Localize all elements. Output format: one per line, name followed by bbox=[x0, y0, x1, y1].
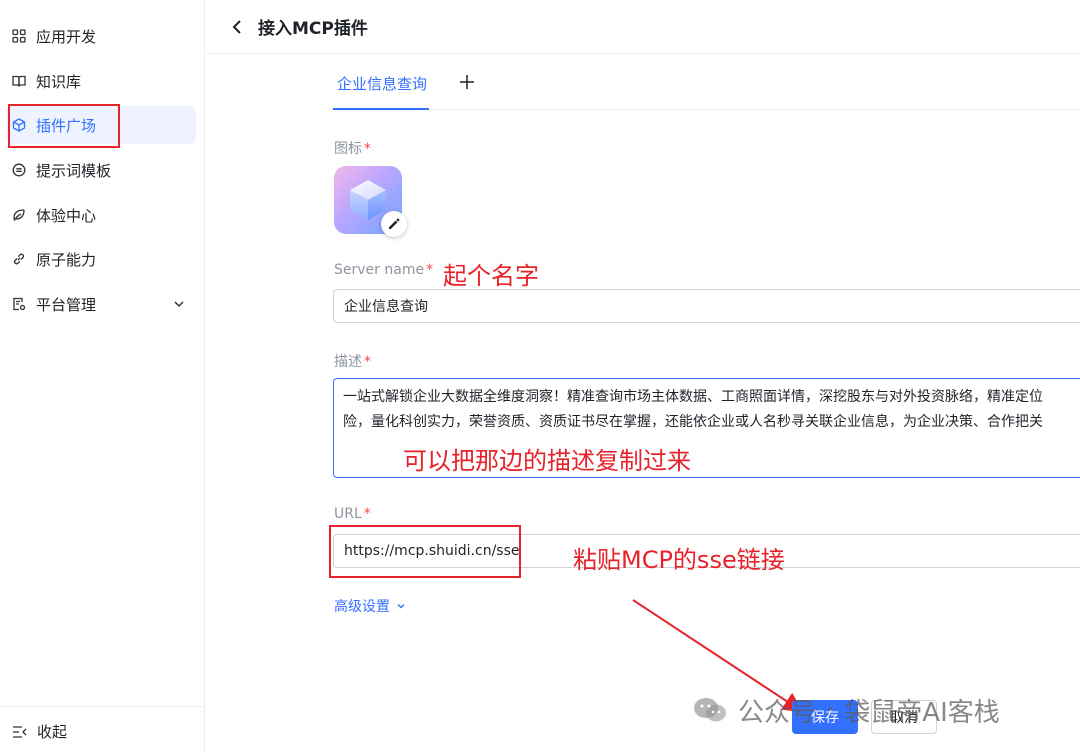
sidebar-footer: 收起 bbox=[0, 706, 205, 752]
add-tab-button[interactable] bbox=[453, 70, 481, 98]
url-label: URL * bbox=[334, 506, 371, 522]
watermark: 公众号 · 袋鼠帝AI客栈 bbox=[692, 690, 1000, 730]
settings-doc-icon bbox=[12, 297, 26, 311]
annotation-desc-hint: 可以把那边的描述复制过来 bbox=[403, 447, 691, 475]
collapse-icon bbox=[12, 725, 27, 739]
sidebar-item-label: 平台管理 bbox=[36, 295, 97, 314]
sidebar-item-atomic[interactable]: 原子能力 bbox=[6, 240, 196, 278]
sidebar-item-label: 体验中心 bbox=[36, 206, 97, 225]
plus-icon bbox=[459, 74, 475, 94]
advanced-settings-label: 高级设置 bbox=[334, 599, 390, 615]
tab-label: 企业信息查询 bbox=[337, 74, 428, 93]
tab-enterprise-query[interactable]: 企业信息查询 bbox=[333, 56, 431, 110]
collapse-label: 收起 bbox=[37, 723, 68, 741]
tab-bar: 企业信息查询 bbox=[333, 56, 1080, 110]
advanced-settings-toggle[interactable]: 高级设置 bbox=[334, 596, 406, 616]
annotation-name-hint: 起个名字 bbox=[443, 262, 539, 290]
sidebar-item-label: 提示词模板 bbox=[36, 161, 112, 180]
back-arrow-icon[interactable] bbox=[230, 17, 250, 37]
server-name-label: Server name * bbox=[334, 262, 434, 278]
annotation-box-plugin-market bbox=[8, 104, 120, 148]
annotation-url-hint: 粘贴MCP的sse链接 bbox=[573, 546, 785, 574]
sidebar-item-label: 知识库 bbox=[36, 72, 82, 91]
chevron-down-icon[interactable] bbox=[172, 297, 186, 315]
leaf-icon bbox=[12, 208, 26, 222]
sidebar-item-platform-admin[interactable]: 平台管理 bbox=[6, 285, 196, 323]
app-window: 应用开发 知识库 插件广场 提示词模板 体验中心 原子能力 平台管理 收起 接入… bbox=[0, 0, 1080, 752]
description-line: 一站式解锁企业大数据全维度洞察！精准查询市场主体数据、工商照面详情，深挖股东与对… bbox=[343, 389, 1043, 405]
sidebar-item-prompt-templates[interactable]: 提示词模板 bbox=[6, 151, 196, 189]
sidebar-item-label: 原子能力 bbox=[36, 250, 97, 269]
grid-icon bbox=[12, 29, 26, 43]
sidebar-item-app-dev[interactable]: 应用开发 bbox=[6, 17, 196, 55]
sidebar-item-experience[interactable]: 体验中心 bbox=[6, 196, 196, 234]
link-icon bbox=[12, 252, 26, 266]
edit-icon-button[interactable] bbox=[381, 211, 407, 237]
book-icon bbox=[12, 74, 26, 88]
pencil-icon bbox=[388, 215, 400, 234]
message-icon bbox=[12, 163, 26, 177]
page-header: 接入MCP插件 bbox=[206, 0, 1080, 54]
server-name-value: 企业信息查询 bbox=[344, 299, 428, 315]
watermark-left: 公众号 bbox=[738, 697, 817, 728]
collapse-button[interactable]: 收起 bbox=[12, 721, 67, 742]
sidebar-item-label: 应用开发 bbox=[36, 27, 97, 46]
server-name-input[interactable]: 企业信息查询 bbox=[333, 289, 1080, 323]
tab-active-indicator bbox=[333, 108, 429, 110]
watermark-separator: · bbox=[826, 695, 835, 725]
description-line: 险，量化科创实力，荣誉资质、资质证书尽在掌握，还能依企业或人名秒寻关联企业信息，… bbox=[343, 414, 1043, 430]
page-title: 接入MCP插件 bbox=[258, 19, 368, 39]
annotation-box-url bbox=[329, 525, 521, 578]
sidebar-item-knowledge[interactable]: 知识库 bbox=[6, 62, 196, 100]
chevron-down-icon bbox=[396, 601, 406, 611]
watermark-right: 袋鼠帝AI客栈 bbox=[844, 697, 1000, 728]
description-label: 描述 * bbox=[334, 354, 371, 370]
wechat-logo-icon bbox=[694, 698, 726, 722]
icon-field-label: 图标 * bbox=[334, 141, 371, 157]
